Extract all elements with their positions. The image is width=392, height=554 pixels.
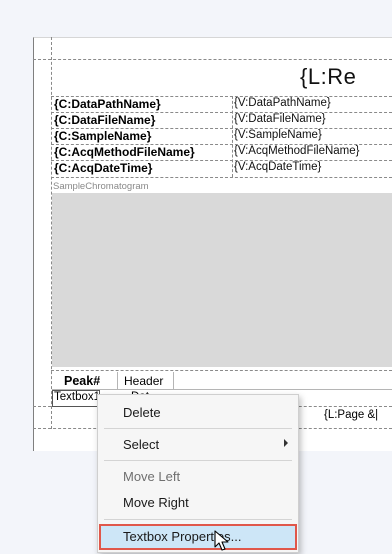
page-footer-field[interactable]: {L:Page &|: [324, 409, 378, 421]
menu-separator: [104, 519, 292, 520]
chromatogram-label: SampleChromatogram: [53, 181, 149, 192]
table-divider: [52, 389, 392, 390]
field-key: {C:AcqMethodFileName}: [54, 145, 195, 159]
menu-separator: [104, 428, 292, 429]
menu-item-label: Move Left: [123, 469, 181, 484]
field-row[interactable]: {C:SampleName} {V:SampleName}: [52, 129, 392, 145]
field-value: {V:AcqDateTime}: [234, 161, 322, 173]
menu-item-move-left[interactable]: Move Left: [98, 465, 298, 489]
field-key: {C:SampleName}: [54, 129, 152, 143]
field-value: {V:DataFileName}: [234, 113, 326, 125]
menu-separator: [104, 460, 292, 461]
menu-item-textbox-properties[interactable]: Textbox Properties...: [99, 524, 297, 550]
field-row[interactable]: {C:AcqMethodFileName} {V:AcqMethodFileNa…: [52, 145, 392, 161]
field-key: {C:AcqDateTime}: [54, 161, 153, 175]
field-key: {C:DataFileName}: [54, 113, 156, 127]
field-value: {V:SampleName}: [234, 129, 322, 141]
submenu-arrow-icon: [284, 439, 288, 447]
menu-item-select[interactable]: Select: [98, 433, 298, 457]
menu-item-delete[interactable]: Delete: [98, 401, 298, 425]
report-designer-canvas: {L:Re {C:DataPathName} {V:DataPathName} …: [0, 0, 392, 554]
field-row[interactable]: {C:DataPathName} {V:DataPathName}: [52, 97, 392, 113]
field-row[interactable]: {C:AcqDateTime} {V:AcqDateTime}: [52, 161, 392, 177]
report-title-field[interactable]: {L:Re: [300, 64, 392, 90]
mouse-pointer-icon: [214, 530, 229, 551]
menu-item-label: Select: [123, 437, 160, 452]
guide-line: [33, 59, 392, 60]
menu-item-label: Delete: [123, 405, 161, 420]
field-key: {C:DataPathName}: [54, 97, 161, 111]
guide-line: [51, 177, 392, 178]
guide-line: [51, 370, 392, 371]
peak-header: Peak#: [64, 374, 101, 388]
menu-item-move-right[interactable]: Move Right: [98, 491, 298, 515]
column-header: Header: [124, 374, 164, 388]
textbox-label: Textbox1: [54, 391, 101, 403]
field-value: {V:AcqMethodFileName}: [234, 145, 360, 157]
field-row[interactable]: {C:DataFileName} {V:DataFileName}: [52, 113, 392, 129]
context-menu: Delete Select Move Left Move Right Textb…: [97, 394, 299, 553]
chromatogram-placeholder[interactable]: [52, 193, 392, 367]
menu-item-label: Move Right: [123, 495, 189, 510]
field-value: {V:DataPathName}: [234, 97, 331, 109]
